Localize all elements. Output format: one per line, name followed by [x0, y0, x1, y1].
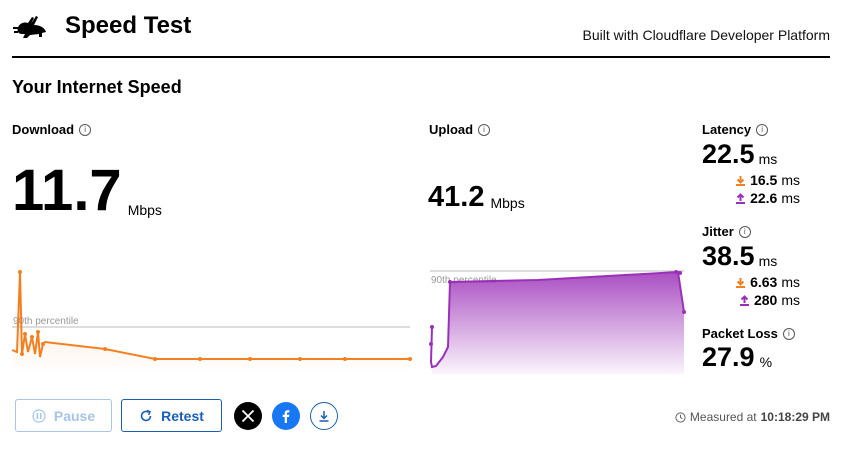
download-results-button[interactable] [310, 402, 338, 430]
download-percentile-label: 90th percentile [13, 316, 79, 327]
latency-down-unit: ms [781, 172, 800, 188]
jitter-value-group: 38.5 ms [702, 240, 777, 272]
latency-label: Latency [702, 122, 752, 137]
info-icon[interactable]: i [738, 225, 751, 238]
jitter-up-unit: ms [781, 292, 800, 308]
download-value-group: 11.7 Mbps [12, 160, 162, 222]
measured-prefix: Measured at [689, 410, 757, 424]
share-facebook-button[interactable] [272, 402, 300, 430]
clock-icon [675, 411, 686, 423]
jitter-up-row: 280 ms [720, 292, 800, 308]
latency-up-value: 22.6 [750, 190, 778, 206]
download-arrow-icon [736, 277, 746, 288]
jitter-label-group: Jitter i [702, 224, 751, 239]
packet-loss-label: Packet Loss [702, 326, 778, 341]
jitter-unit: ms [758, 253, 778, 269]
download-label-group: Download i [12, 122, 92, 137]
upload-value-group: 41.2 Mbps [428, 180, 525, 214]
pause-icon [32, 408, 46, 423]
latency-value-group: 22.5 ms [702, 138, 777, 170]
latency-down-row: 16.5 ms [720, 172, 800, 188]
latency-label-group: Latency i [702, 122, 769, 137]
packet-loss-unit: % [759, 354, 773, 370]
latency-down-value: 16.5 [750, 172, 778, 188]
retest-button-label: Retest [161, 407, 204, 424]
upload-unit: Mbps [490, 195, 525, 211]
download-chart: 90th percentile [11, 270, 412, 374]
packet-loss-label-group: Packet Loss i [702, 326, 795, 341]
info-icon[interactable]: i [79, 123, 92, 136]
rabbit-logo-icon [12, 12, 52, 42]
x-logo-icon [241, 409, 255, 423]
facebook-icon [282, 410, 290, 423]
jitter-value: 38.5 [702, 241, 755, 271]
share-x-button[interactable] [234, 402, 262, 430]
packet-loss-value: 27.9 [702, 342, 755, 372]
packet-loss-value-group: 27.9 % [702, 341, 772, 373]
latency-value: 22.5 [702, 139, 755, 169]
jitter-up-value: 280 [753, 292, 778, 308]
download-unit: Mbps [127, 202, 162, 218]
info-icon[interactable]: i [478, 123, 491, 136]
upload-value: 41.2 [428, 181, 485, 213]
info-icon[interactable]: i [756, 123, 769, 136]
upload-arrow-icon [739, 294, 749, 306]
retest-button[interactable]: Retest [121, 399, 222, 432]
measured-time: 10:18:29 PM [760, 410, 830, 424]
header-divider [12, 56, 830, 58]
jitter-label: Jitter [702, 224, 734, 239]
jitter-down-unit: ms [781, 274, 800, 290]
measured-at: Measured at 10:18:29 PM [675, 410, 830, 424]
section-title: Your Internet Speed [12, 77, 182, 97]
upload-label: Upload [429, 122, 474, 137]
latency-up-unit: ms [781, 190, 800, 206]
download-arrow-icon [736, 175, 746, 186]
refresh-icon [140, 409, 152, 421]
latency-up-row: 22.6 ms [720, 190, 800, 206]
download-value: 11.7 [12, 158, 122, 223]
download-label: Download [12, 122, 75, 137]
jitter-down-value: 6.63 [750, 274, 778, 290]
app-title: Speed Test [65, 12, 192, 39]
upload-label-group: Upload i [429, 122, 491, 137]
pause-button-label: Pause [53, 407, 96, 424]
info-icon[interactable]: i [782, 327, 795, 340]
jitter-down-row: 6.63 ms [720, 274, 800, 290]
upload-arrow-icon [736, 192, 746, 204]
upload-chart: 90th percentile [429, 270, 686, 374]
built-with-label[interactable]: Built with Cloudflare Developer Platform [583, 27, 830, 43]
latency-unit: ms [758, 151, 778, 167]
download-icon [319, 411, 329, 422]
pause-button[interactable]: Pause [15, 399, 112, 432]
